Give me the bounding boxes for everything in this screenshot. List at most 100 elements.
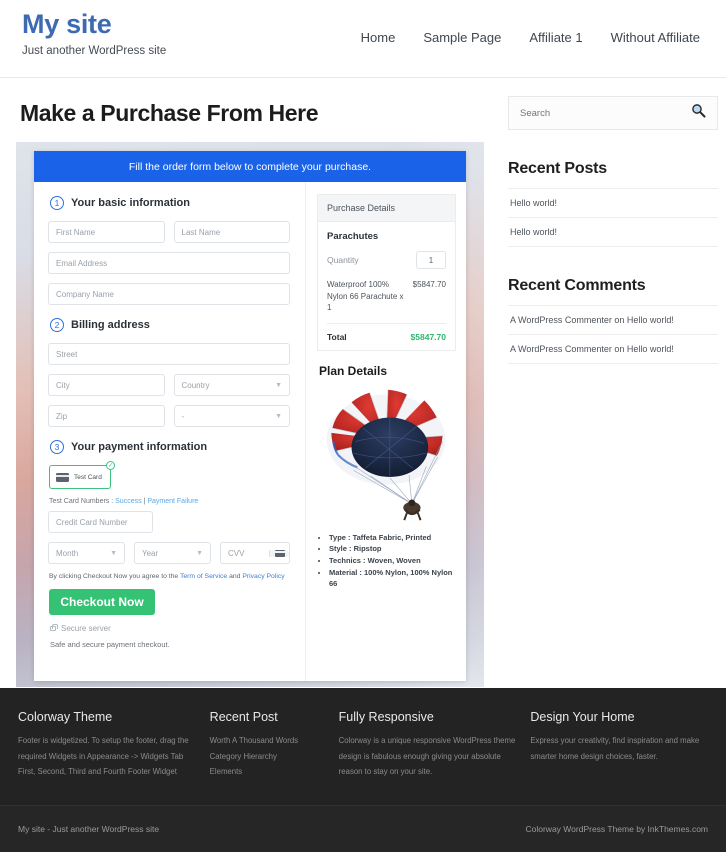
quantity-row: Quantity 1	[327, 251, 446, 269]
step-3-header: 3 Your payment information	[50, 440, 290, 454]
secure-server-note: Secure server	[50, 624, 290, 633]
email-input[interactable]: Email Address	[48, 252, 290, 274]
step-2-header: 2 Billing address	[50, 318, 290, 332]
step-1-label: Your basic information	[71, 197, 190, 209]
nav-item-affiliate-1[interactable]: Affiliate 1	[529, 30, 582, 45]
name-field-row: First Name Last Name	[48, 221, 290, 243]
test-card-prefix: Test Card Numbers :	[49, 498, 116, 505]
country-select-value: Country	[181, 380, 210, 390]
footer-column-fully-responsive: Fully Responsive Colorway is a unique re…	[339, 710, 517, 780]
widget-title-recent-comments: Recent Comments	[508, 277, 646, 294]
street-input[interactable]: Street	[48, 343, 290, 365]
line-item-name: Waterproof 100% Nylon 66 Parachute x 1	[327, 280, 404, 313]
magnifier-icon[interactable]	[691, 103, 706, 123]
sidebar: Recent Posts Hello world! Hello world! R…	[508, 78, 718, 687]
plan-spec-item: Technics : Woven, Woven	[329, 555, 456, 567]
city-input[interactable]: City	[48, 374, 165, 396]
list-item[interactable]: Category Hierarchy	[210, 749, 325, 765]
zip-state-row: Zip - ▼	[48, 405, 290, 427]
terms-of-service-link[interactable]: Term of Service	[180, 573, 227, 580]
expiry-year-select[interactable]: Year ▼	[134, 542, 211, 564]
safe-checkout-note: Safe and secure payment checkout.	[50, 640, 170, 649]
order-form-fields: 1 Your basic information First Name Last…	[34, 182, 306, 681]
cvv-input[interactable]: CVV	[220, 542, 290, 564]
country-select[interactable]: Country ▼	[173, 374, 290, 396]
nav-item-sample-page[interactable]: Sample Page	[423, 30, 501, 45]
list-item[interactable]: Elements	[210, 764, 325, 780]
test-card-success-link[interactable]: Success	[115, 498, 141, 505]
purchase-details-body: Parachutes Quantity 1 Waterproof 100% Ny…	[318, 222, 455, 350]
chevron-down-icon: ▼	[275, 381, 282, 389]
test-card-failure-link[interactable]: Payment Failure	[147, 498, 198, 505]
list-item[interactable]: A WordPress Commenter on Hello world!	[508, 305, 718, 334]
cvv-placeholder: CVV	[228, 548, 245, 558]
line-item-price: $5847.70	[412, 280, 446, 289]
privacy-policy-link[interactable]: Privacy Policy	[242, 573, 284, 580]
recent-post-link[interactable]: Hello world!	[510, 227, 557, 237]
expiry-cvv-row: Month ▼ Year ▼ CVV	[48, 542, 290, 564]
purchase-details-panel: Purchase Details Parachutes Quantity 1 W…	[306, 182, 466, 681]
step-1-header: 1 Your basic information	[50, 196, 290, 210]
list-item[interactable]: Hello world!	[508, 188, 718, 217]
plan-spec-item: Material : 100% Nylon, 100% Nylon 66	[329, 567, 456, 590]
test-card-numbers-note: Test Card Numbers : Success | Payment Fa…	[49, 498, 290, 505]
zip-input[interactable]: Zip	[48, 405, 165, 427]
recent-comment-link[interactable]: A WordPress Commenter on Hello world!	[510, 315, 674, 325]
credit-card-number-input[interactable]: Credit Card Number	[48, 511, 153, 533]
quantity-label: Quantity	[327, 255, 359, 265]
last-name-input[interactable]: Last Name	[173, 221, 290, 243]
step-3-label: Your payment information	[71, 441, 208, 453]
check-circle-icon: ✓	[106, 461, 115, 470]
recent-post-link[interactable]: Hello world!	[510, 198, 557, 208]
site-tagline: Just another WordPress site	[22, 44, 167, 57]
company-input[interactable]: Company Name	[48, 283, 290, 305]
checkout-now-button[interactable]: Checkout Now	[49, 589, 155, 615]
main-content: Make a Purchase From Here Fill the order…	[16, 78, 486, 687]
footer-column-colorway-theme: Colorway Theme Footer is widgetized. To …	[18, 710, 196, 780]
product-name: Parachutes	[327, 231, 379, 242]
total-value: $5847.70	[410, 331, 446, 342]
list-item[interactable]: Hello world!	[508, 217, 718, 247]
site-footer: Colorway Theme Footer is widgetized. To …	[0, 688, 726, 852]
page-wrapper: Make a Purchase From Here Fill the order…	[0, 78, 726, 687]
copyright-left: My site - Just another WordPress site	[18, 824, 160, 834]
copyright-right[interactable]: Colorway WordPress Theme by InkThemes.co…	[526, 824, 709, 834]
line-item-row: Waterproof 100% Nylon 66 Parachute x 1 $…	[327, 279, 446, 324]
first-name-input[interactable]: First Name	[48, 221, 165, 243]
plan-spec-item: Type : Taffeta Fabric, Printed	[329, 532, 456, 544]
plan-spec-item: Style : Ripstop	[329, 543, 456, 555]
expiry-month-value: Month	[56, 548, 79, 558]
step-3-number: 3	[50, 440, 64, 454]
search-input[interactable]	[520, 107, 660, 119]
cvv-help-button[interactable]	[269, 549, 289, 557]
quantity-input[interactable]: 1	[416, 251, 446, 269]
footer-column-title: Fully Responsive	[338, 710, 434, 724]
widget-recent-comments: Recent Comments A WordPress Commenter on…	[508, 277, 718, 364]
test-card-method-option[interactable]: Test Card ✓	[49, 461, 115, 489]
state-select[interactable]: - ▼	[173, 405, 290, 427]
footer-copyright-bar: My site - Just another WordPress site Co…	[0, 805, 726, 852]
order-form-background: Fill the order form below to complete yo…	[16, 142, 484, 687]
order-form-card: Fill the order form below to complete yo…	[34, 151, 466, 681]
search-widget	[508, 96, 718, 130]
footer-recent-post-list: Worth A Thousand Words Category Hierarch…	[210, 733, 325, 780]
nav-item-without-affiliate[interactable]: Without Affiliate	[611, 30, 700, 45]
footer-widgets: Colorway Theme Footer is widgetized. To …	[0, 688, 726, 780]
plan-specs-list: Type : Taffeta Fabric, Printed Style : R…	[329, 532, 456, 590]
footer-column-recent-post: Recent Post Worth A Thousand Words Categ…	[210, 710, 325, 780]
list-item[interactable]: Worth A Thousand Words	[210, 733, 325, 749]
order-form-body: 1 Your basic information First Name Last…	[34, 182, 466, 681]
footer-column-title: Design Your Home	[530, 710, 635, 724]
site-title[interactable]: My site	[22, 9, 166, 40]
chevron-down-icon: ▼	[110, 549, 117, 557]
lock-icon	[50, 624, 58, 631]
widget-title-recent-posts: Recent Posts	[508, 160, 607, 177]
expiry-month-select[interactable]: Month ▼	[48, 542, 125, 564]
purchase-details-heading: Purchase Details	[318, 195, 455, 222]
footer-column-text: Colorway is a unique responsive WordPres…	[338, 736, 516, 777]
nav-item-home[interactable]: Home	[361, 30, 396, 45]
footer-column-design-your-home: Design Your Home Express your creativity…	[530, 710, 708, 780]
recent-posts-list: Hello world! Hello world!	[508, 188, 718, 247]
recent-comment-link[interactable]: A WordPress Commenter on Hello world!	[510, 344, 674, 354]
list-item[interactable]: A WordPress Commenter on Hello world!	[508, 334, 718, 364]
